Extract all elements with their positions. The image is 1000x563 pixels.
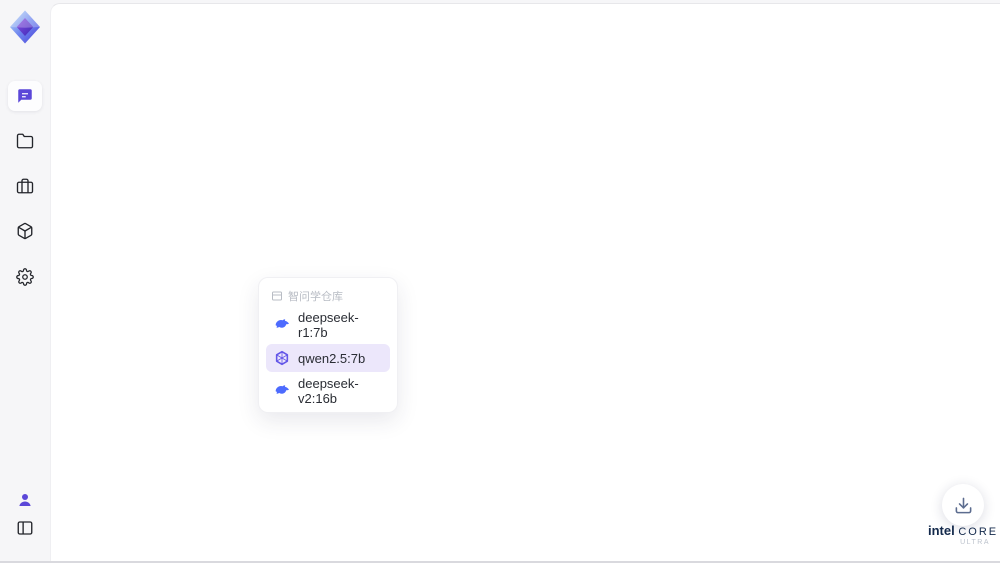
core-logo-text: core <box>958 526 999 538</box>
cube-icon <box>16 222 34 240</box>
model-dropdown-header-label: 智问学仓库 <box>288 291 343 303</box>
deepseek-icon <box>274 317 290 333</box>
folder-icon <box>16 132 34 150</box>
main-panel <box>50 3 1000 561</box>
deepseek-icon <box>274 383 290 399</box>
download-button[interactable] <box>942 484 984 526</box>
model-option-label: deepseek-v2:16b <box>298 376 359 406</box>
qwen-icon <box>274 350 290 366</box>
toolbox-icon <box>16 177 34 195</box>
sidebar-item-toolbox[interactable] <box>8 171 42 201</box>
sidebar-item-folders[interactable] <box>8 126 42 156</box>
sidebar-item-account[interactable] <box>8 485 42 515</box>
sidebar-item-models[interactable] <box>8 216 42 246</box>
panel-layout-icon <box>16 519 34 537</box>
sidebar-item-collapse[interactable] <box>8 513 42 543</box>
app-window: 你好，我可以如何帮助你？ 智能文件夹 智能文件夹功能支持批量文件上传与清洗，轻松… <box>0 0 1000 563</box>
sidebar <box>0 0 50 563</box>
model-option-label: qwen2.5:7b <box>298 350 366 366</box>
model-option-deepseek-v2[interactable]: deepseek-v2:16b <box>266 376 390 406</box>
intel-core-ultra-badge: intel core ultra <box>928 523 996 546</box>
model-option-deepseek-r1[interactable]: deepseek-r1:7b <box>266 310 390 340</box>
model-option-label: deepseek-r1:7b <box>298 310 359 340</box>
settings-gear-icon <box>16 268 34 286</box>
ultra-logo-text: ultra <box>960 539 990 546</box>
sidebar-item-chat[interactable] <box>8 81 42 111</box>
model-dropdown-header: 智问学仓库 <box>266 285 390 306</box>
app-logo-icon <box>7 9 43 45</box>
download-icon <box>954 496 973 515</box>
sidebar-item-settings[interactable] <box>8 262 42 292</box>
chat-icon <box>16 87 34 105</box>
model-dropdown: 智问学仓库 deepseek-r1:7b qwen2.5:7b deepseek… <box>258 277 398 413</box>
repo-icon <box>271 290 283 302</box>
model-option-qwen[interactable]: qwen2.5:7b <box>266 344 390 372</box>
user-icon <box>16 491 34 509</box>
intel-logo-text: intel <box>928 523 955 538</box>
